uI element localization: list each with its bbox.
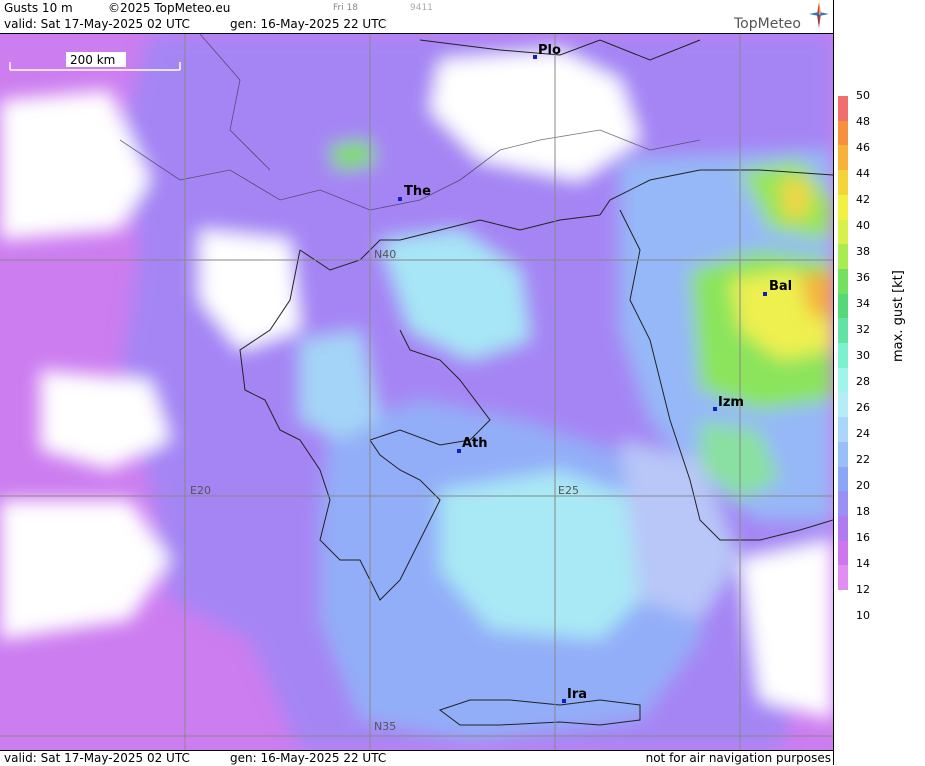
footer-generated-time: gen: 16-May-2025 22 UTC (230, 751, 387, 765)
legend-color-segment (838, 491, 848, 517)
generated-time: gen: 16-May-2025 22 UTC (230, 17, 387, 31)
footer-valid-time: valid: Sat 17-May-2025 02 UTC (4, 751, 190, 765)
city-label-ira: Ira (567, 687, 587, 702)
legend-color-segment (838, 441, 848, 467)
city-label-plo: Plo (538, 43, 561, 58)
legend-panel: 50 48 46 44 42 40 38 36 34 32 30 28 26 24 22 20 18 16 14 12… (833, 0, 925, 765)
legend-tick-label: 26 (856, 401, 870, 414)
legend-tick-label: 48 (856, 115, 870, 128)
legend-color-segment (838, 515, 848, 542)
scale-bar-label: 200 km (70, 53, 115, 67)
legend-color-segment (838, 194, 848, 220)
legend-tick-label: 40 (856, 219, 870, 232)
legend-color-segment (838, 170, 848, 196)
legend-color-segment (838, 219, 848, 245)
legend-tick-label: 38 (856, 245, 870, 258)
legend-tick-label: 32 (856, 323, 870, 336)
lat-label-n40: N40 (374, 248, 396, 261)
city-marker-bal[interactable] (763, 292, 767, 296)
city-marker-the[interactable] (398, 197, 402, 201)
gust-map[interactable]: N40 N35 E20 E25 200 km Plo The Bal Izm A… (0, 34, 833, 750)
brand-name: TopMeteo (734, 16, 801, 32)
legend-color-segment (838, 145, 848, 171)
compass-star-icon (809, 2, 829, 28)
day-tag: Fri 18 (333, 3, 359, 13)
legend-tick-label: 50 (856, 89, 870, 102)
legend-tick-label: 22 (856, 453, 870, 466)
legend-color-segment (838, 565, 848, 591)
lon-label-e25: E25 (558, 484, 579, 497)
legend-color-segment (838, 392, 848, 418)
footer-disclaimer: not for air navigation purposes (645, 751, 831, 765)
legend-title: max. gust [kt] (891, 270, 906, 362)
gust-field-svg: N40 N35 E20 E25 200 km Plo The Bal Izm A… (0, 34, 833, 750)
run-code: 9411 (410, 3, 433, 13)
legend-tick-label: 46 (856, 141, 870, 154)
city-label-bal: Bal (769, 279, 792, 294)
legend-color-bar (838, 96, 848, 591)
city-marker-izm[interactable] (713, 407, 717, 411)
legend-tick-label: 42 (856, 193, 870, 206)
legend-color-segment (838, 293, 848, 319)
legend-color-segment (838, 318, 848, 344)
legend-color-segment (838, 343, 848, 369)
valid-time: valid: Sat 17-May-2025 02 UTC (4, 17, 190, 31)
city-label-izm: Izm (718, 395, 744, 410)
legend-tick-label: 16 (856, 531, 870, 544)
legend-color-segment (838, 367, 848, 393)
lon-label-e20: E20 (190, 484, 211, 497)
legend-tick-label: 24 (856, 427, 870, 440)
legend-tick-label: 44 (856, 167, 870, 180)
city-label-the: The (404, 184, 431, 199)
legend-color-segment (838, 417, 848, 443)
map-header: Gusts 10 m ©2025 TopMeteo.eu valid: Sat … (0, 0, 833, 34)
legend-tick-label: 14 (856, 557, 870, 570)
legend-tick-label: 12 (856, 583, 870, 596)
legend-tick-label: 20 (856, 479, 870, 492)
legend-color-segment (838, 120, 848, 146)
product-title: Gusts 10 m (4, 1, 73, 15)
city-marker-ira[interactable] (562, 699, 566, 703)
city-marker-ath[interactable] (457, 449, 461, 453)
lat-label-n35: N35 (374, 720, 396, 733)
legend-color-segment (838, 466, 848, 492)
topmeteo-logo[interactable]: TopMeteo (734, 2, 829, 32)
legend-tick-label: 28 (856, 375, 870, 388)
legend-color-segment (838, 96, 848, 122)
legend-tick-label: 10 (856, 609, 870, 622)
legend-tick-label: 30 (856, 349, 870, 362)
legend-tick-label: 18 (856, 505, 870, 518)
legend-tick-label: 36 (856, 271, 870, 284)
map-footer: valid: Sat 17-May-2025 02 UTC gen: 16-Ma… (0, 750, 833, 766)
legend-tick-label: 34 (856, 297, 870, 310)
city-label-ath: Ath (462, 436, 488, 451)
legend-color-segment (838, 540, 848, 566)
copyright-text: ©2025 TopMeteo.eu (108, 1, 231, 15)
city-marker-plo[interactable] (533, 55, 537, 59)
legend-color-segment (838, 268, 848, 295)
legend-color-segment (838, 244, 848, 270)
